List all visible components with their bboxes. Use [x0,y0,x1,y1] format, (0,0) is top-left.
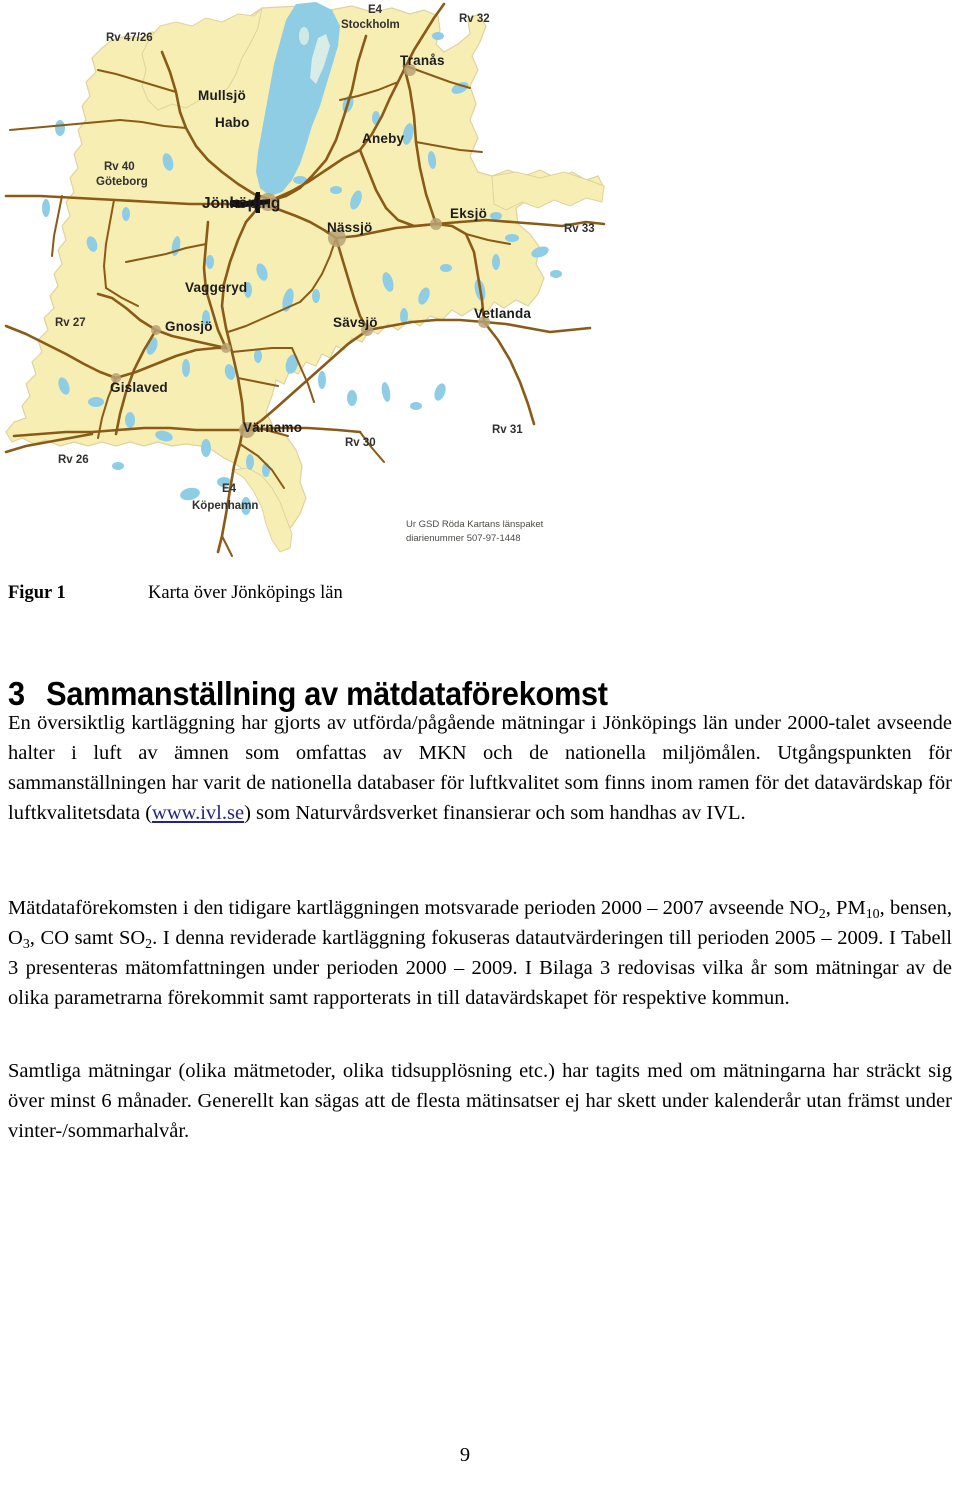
subscript-no2: 2 [818,906,826,922]
map-city-label-vetlanda: Vetlanda [474,306,531,321]
map-road-label-kopenhamn: Köpenhamn [192,500,258,512]
map-city-label-habo: Habo [215,115,250,130]
subscript-so2: 2 [145,937,153,953]
map-city-label-nassjo: Nässjö [327,220,372,235]
figure-map-jonkopings-lan: Mullsjö Habo Jönköping Tranås Aneby Näss… [0,0,608,560]
map-road-label-rv-33: Rv 33 [564,223,595,235]
map-road-label-rv-47-26: Rv 47/26 [106,32,153,44]
figure-caption: Figur 1 Karta över Jönköpings län [8,583,708,604]
paragraph-periods-part-4: , CO samt SO [29,927,146,950]
figure-caption-text: Karta över Jönköpings län [148,583,343,603]
paragraph-overview-text: En översiktlig kartläggning har gjorts a… [8,708,952,829]
map-city-label-gnosjo: Gnosjö [165,319,213,334]
paragraph-measurements-text: Samtliga mätningar (olika mätmetoder, ol… [8,1060,952,1143]
map-road-label-rv-40: Rv 40 [104,161,135,173]
map-city-label-aneby: Aneby [362,131,405,146]
subscript-o3: 3 [22,937,30,953]
paragraph-periods: Mätdataförekomsten i den tidigare kartlä… [8,893,952,1014]
map-city-label-gislaved: Gislaved [110,380,168,395]
map-city-label-vaggeryd: Vaggeryd [185,280,247,295]
map-city-label-eksjo: Eksjö [450,206,487,221]
section-number: 3 [8,675,25,713]
map-road-label-rv-26: Rv 26 [58,454,89,466]
page-number: 9 [459,1444,471,1466]
paragraph-overview: En översiktlig kartläggning har gjorts a… [8,708,952,829]
section-heading: 3 Sammanställning av mätdataförekomst [8,675,873,713]
map-road-label-rv-31: Rv 31 [492,424,523,436]
map-city-label-mullsjo: Mullsjö [198,88,246,103]
ivl-website-link[interactable]: www.ivl.se [152,802,244,824]
map-road-label-e4-north: E4 [368,4,383,16]
subscript-pm10: 10 [865,906,880,922]
map-road-label-e4-south: E4 [222,483,237,495]
map-city-label-varnamo: Värnamo [243,420,302,435]
paragraph-overview-part-2: ) som Naturvårdsverket finansierar och s… [244,802,746,825]
section-title: Sammanställning av mätdataförekomst [46,675,608,713]
paragraph-periods-text: Mätdataförekomsten i den tidigare kartlä… [8,893,952,1014]
map-road-label-goteborg: Göteborg [96,176,148,188]
paragraph-periods-part-1: Mätdataförekomsten i den tidigare kartlä… [8,897,819,919]
map-city-label-savsjo: Sävsjö [333,315,378,330]
map-road-label-stockholm: Stockholm [341,19,400,31]
map-road-label-rv-30: Rv 30 [345,437,376,449]
map-attribution-line-1: Ur GSD Röda Kartans länspaket [406,519,544,530]
map-attribution-line-2: diarienummer 507-97-1448 [406,533,521,544]
map-road-label-rv-27: Rv 27 [55,317,86,329]
map-city-label-jonkoping: Jönköping [202,195,280,212]
map-graphic: Mullsjö Habo Jönköping Tranås Aneby Näss… [0,0,608,560]
paragraph-measurements: Samtliga mätningar (olika mätmetoder, ol… [8,1056,952,1146]
paragraph-periods-part-2: , PM [825,897,866,919]
figure-caption-label: Figur 1 [8,583,66,603]
map-city-label-tranas: Tranås [400,53,445,68]
map-road-label-rv-32: Rv 32 [459,13,490,25]
